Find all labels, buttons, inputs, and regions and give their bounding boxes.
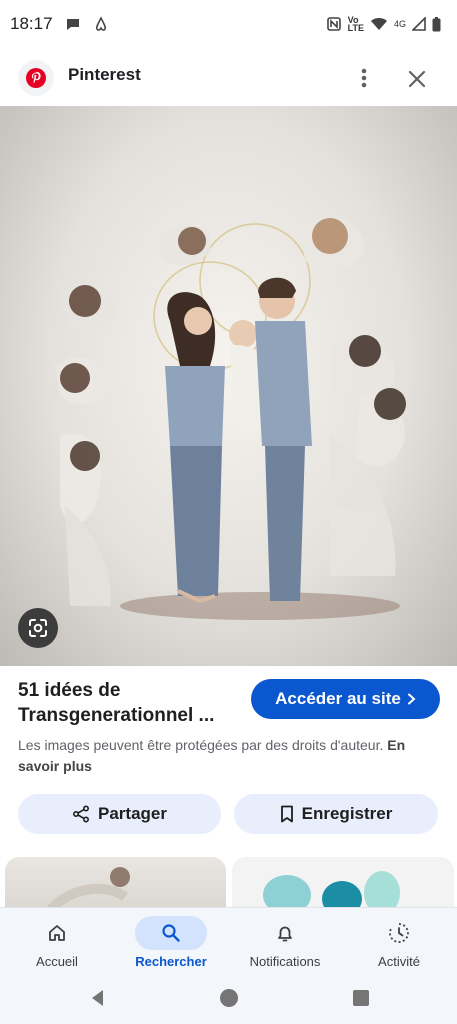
visit-site-button[interactable]: Accéder au site xyxy=(251,679,440,719)
signal-icon xyxy=(412,17,426,31)
share-button[interactable]: Partager xyxy=(18,794,221,834)
airbnb-icon xyxy=(93,16,109,32)
nav-notifications-label: Notifications xyxy=(249,954,321,969)
back-icon[interactable] xyxy=(88,988,108,1008)
nav-notifications[interactable]: Notifications xyxy=(228,908,342,983)
battery-icon xyxy=(432,16,441,32)
nfc-icon xyxy=(326,16,342,32)
app-bar: Pinterest xyxy=(0,52,457,104)
bottom-navigation: Accueil Rechercher Notifications Activit… xyxy=(0,907,457,983)
nav-activity[interactable]: Activité xyxy=(342,908,456,983)
network-type: 4G xyxy=(393,19,406,29)
copyright-text: Les images peuvent être protégées par de… xyxy=(18,737,384,753)
visit-site-label: Accéder au site xyxy=(275,689,401,708)
nav-search-label: Rechercher xyxy=(135,954,207,969)
recents-icon[interactable] xyxy=(353,990,369,1006)
google-lens-button[interactable] xyxy=(18,608,58,648)
save-button[interactable]: Enregistrer xyxy=(234,794,438,834)
save-label: Enregistrer xyxy=(301,804,393,823)
copyright-notice: Les images peuvent être protégées par de… xyxy=(18,735,418,777)
volte-indicator: Vo LTE xyxy=(347,15,364,33)
home-button-icon[interactable] xyxy=(220,989,238,1007)
lens-icon xyxy=(29,619,47,637)
status-bar: 18:17 Vo LTE 4G xyxy=(0,0,457,48)
close-button[interactable] xyxy=(403,65,431,93)
more-options-button[interactable] xyxy=(352,64,376,92)
home-icon xyxy=(21,916,93,950)
share-icon xyxy=(72,805,90,823)
chevron-right-icon xyxy=(407,693,416,705)
family-illustration xyxy=(55,217,406,620)
nav-search[interactable]: Rechercher xyxy=(114,908,228,983)
close-icon xyxy=(408,70,426,88)
share-label: Partager xyxy=(98,804,167,823)
status-time: 18:17 xyxy=(10,14,53,33)
pinterest-logo-icon xyxy=(18,60,54,96)
app-title: Pinterest xyxy=(68,65,141,84)
wifi-icon xyxy=(370,17,388,31)
activity-icon xyxy=(363,916,435,950)
chat-bubble-icon xyxy=(65,16,81,32)
result-image[interactable] xyxy=(0,106,457,666)
nav-activity-label: Activité xyxy=(378,954,420,969)
bell-icon xyxy=(249,916,321,950)
result-title: 51 idées de Transgenerationnel ... xyxy=(18,680,215,726)
search-icon xyxy=(135,916,207,950)
nav-home-label: Accueil xyxy=(36,954,78,969)
bookmark-icon xyxy=(280,805,293,823)
nav-home[interactable]: Accueil xyxy=(0,908,114,983)
more-vert-icon xyxy=(361,68,367,88)
